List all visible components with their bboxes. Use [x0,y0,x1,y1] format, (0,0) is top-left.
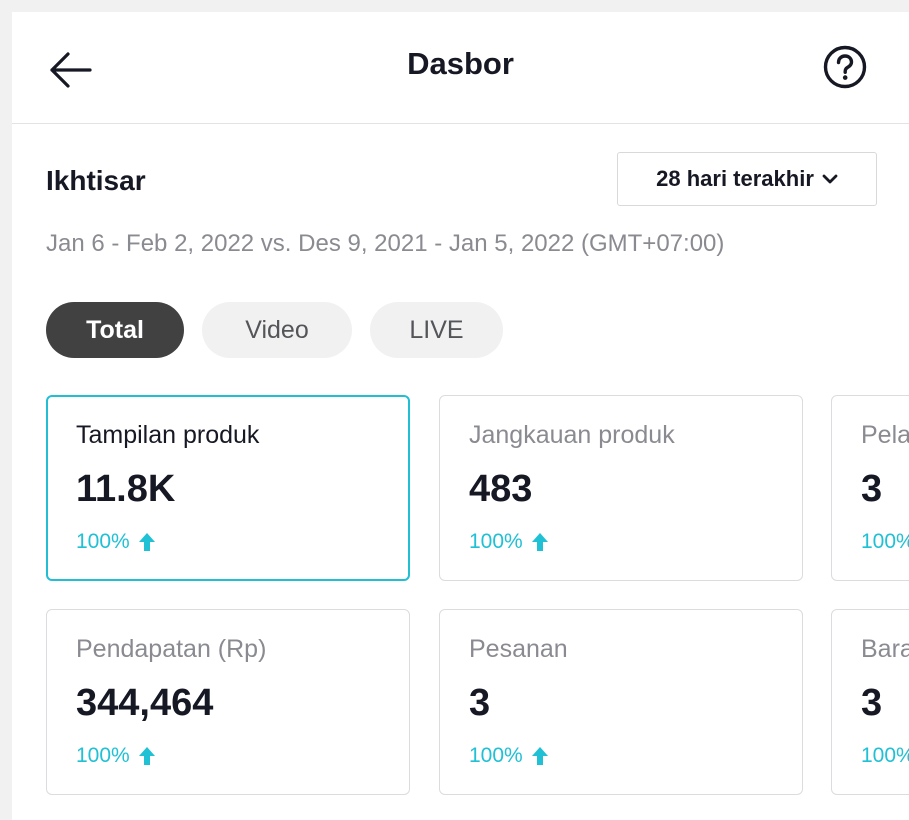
tab-video[interactable]: Video [202,302,352,358]
top-bar: Dasbor [12,12,909,124]
chevron-down-icon [822,174,838,184]
help-button[interactable] [822,44,868,90]
metric-value: 3 [861,682,883,724]
date-range-dropdown-label: 28 hari terakhir [656,166,814,191]
metric-change-value: 100% [76,744,130,767]
metric-value: 483 [469,468,533,510]
metric-card-product-views[interactable]: Tampilan produk 11.8K 100% [46,395,410,581]
metric-change-value: 100% [861,744,909,767]
metric-card-revenue[interactable]: Pendapatan (Rp) 344,464 100% [46,609,410,795]
metric-label: Pesanan [469,635,568,663]
metric-change-value: 100% [861,530,909,553]
arrow-up-icon [531,533,548,551]
arrow-up-icon [138,533,155,551]
page-title: Dasbor [407,46,514,81]
comparison-date-range: Jan 6 - Feb 2, 2022 vs. Des 9, 2021 - Ja… [46,230,725,257]
metric-change: 100% [469,744,549,768]
metric-label: Barang terjual [861,635,909,663]
metric-change: 100% [76,530,156,554]
overview-title: Ikhtisar [46,165,146,196]
dashboard-screen: Dasbor Ikhtisar 28 hari terakhir Jan 6 -… [12,12,909,820]
metric-label: Pendapatan (Rp) [76,635,267,663]
arrow-up-icon [531,747,548,765]
metric-change-value: 100% [76,530,130,553]
metric-label: Tampilan produk [76,421,260,449]
metric-change-value: 100% [469,744,523,767]
metric-label: Pelanggan [861,421,909,449]
metric-change: 100% [76,744,156,768]
date-range-dropdown[interactable]: 28 hari terakhir [617,152,877,206]
metric-value: 3 [861,468,883,510]
arrow-up-icon [138,747,155,765]
metric-value: 344,464 [76,682,214,724]
metric-label: Jangkauan produk [469,421,675,449]
question-circle-icon [823,45,867,89]
metric-change: 100% [861,530,909,554]
metric-value: 11.8K [76,468,176,510]
metric-card-customers[interactable]: Pelanggan 3 100% [831,395,909,581]
tab-total[interactable]: Total [46,302,184,358]
metric-change: 100% [469,530,549,554]
tab-live[interactable]: LIVE [370,302,503,358]
metric-value: 3 [469,682,491,724]
metric-change: 100% [861,744,909,768]
metric-card-product-reach[interactable]: Jangkauan produk 483 100% [439,395,803,581]
content-type-tabs: Total Video LIVE [46,302,503,358]
metric-card-orders[interactable]: Pesanan 3 100% [439,609,803,795]
metric-card-items-sold[interactable]: Barang terjual 3 100% [831,609,909,795]
metric-change-value: 100% [469,530,523,553]
